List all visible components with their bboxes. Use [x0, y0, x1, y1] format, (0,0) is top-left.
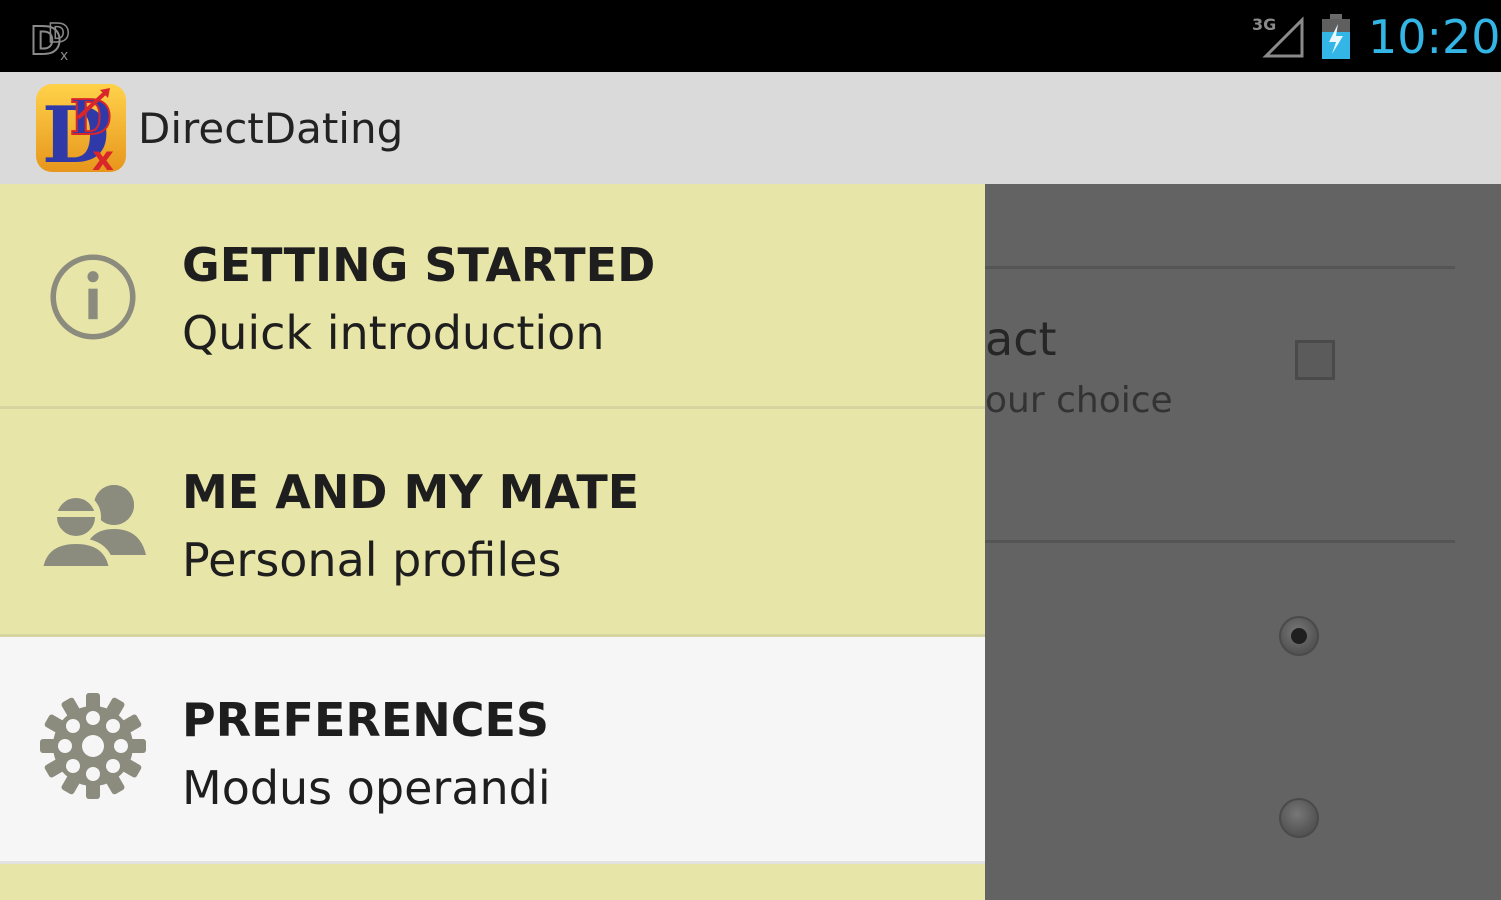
- setting-subtitle: our choice: [985, 380, 1173, 421]
- gear-icon: [40, 693, 146, 799]
- drawer-item-next[interactable]: [0, 864, 985, 900]
- status-bar: D D x 3G 10:20: [0, 0, 1501, 72]
- app-notification-icon: D D x: [29, 18, 70, 62]
- drawer-item-preferences[interactable]: PREFERENCES Modus operandi: [0, 637, 985, 864]
- app-title: DirectDating: [138, 104, 404, 153]
- drawer-item-subtitle: Quick introduction: [182, 306, 605, 360]
- svg-text:x: x: [60, 48, 68, 62]
- battery-charging-icon: [1322, 14, 1350, 59]
- svg-text:x: x: [92, 139, 114, 174]
- people-icon: [40, 485, 146, 572]
- radio-selected-dot: [1291, 628, 1307, 644]
- setting-checkbox[interactable]: [1295, 340, 1335, 380]
- network-type-label: 3G: [1252, 15, 1276, 34]
- svg-text:D: D: [48, 19, 70, 49]
- setting-title: act: [985, 312, 1057, 366]
- drawer-item-subtitle: Personal profiles: [182, 533, 562, 587]
- signal-icon: 3G: [1252, 15, 1304, 58]
- svg-text:D: D: [70, 90, 112, 146]
- navigation-drawer: GETTING STARTED Quick introduction ME AN…: [0, 184, 985, 900]
- drawer-item-subtitle: Modus operandi: [182, 761, 551, 815]
- drawer-item-title: PREFERENCES: [182, 693, 550, 747]
- radio-option-1[interactable]: [1279, 616, 1319, 656]
- directdating-logo-icon[interactable]: D D x: [34, 82, 128, 181]
- drawer-item-me-and-my-mate[interactable]: ME AND MY MATE Personal profiles: [0, 409, 985, 637]
- drawer-item-title: ME AND MY MATE: [182, 465, 640, 519]
- action-bar: D D x DirectDating: [0, 72, 1501, 184]
- divider: [985, 540, 1455, 543]
- radio-option-2[interactable]: [1279, 798, 1319, 838]
- background-settings-panel: act our choice: [985, 184, 1501, 900]
- clock: 10:20: [1368, 10, 1501, 64]
- divider: [985, 266, 1455, 269]
- info-icon: [50, 254, 136, 340]
- drawer-item-getting-started[interactable]: GETTING STARTED Quick introduction: [0, 184, 985, 409]
- drawer-item-title: GETTING STARTED: [182, 238, 656, 292]
